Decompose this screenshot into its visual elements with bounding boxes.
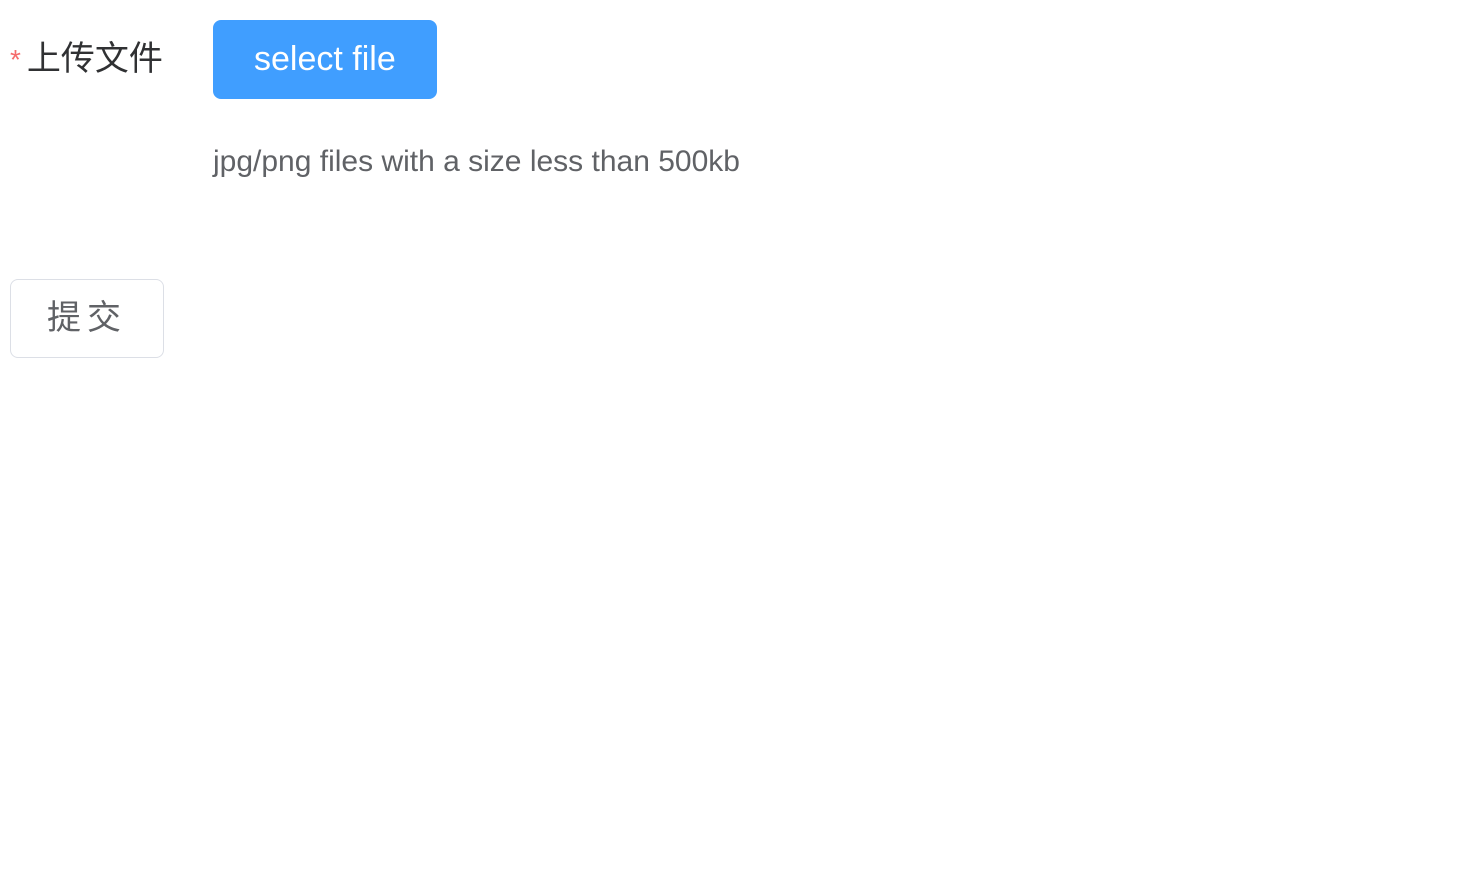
upload-content-col: select file jpg/png files with a size le… <box>205 20 1470 184</box>
submit-row: 提交 <box>10 279 1470 358</box>
select-file-button[interactable]: select file <box>213 20 437 99</box>
upload-label-col: * 上传文件 <box>10 20 205 84</box>
upload-tip: jpg/png files with a size less than 500k… <box>213 139 1470 184</box>
upload-field-row: * 上传文件 select file jpg/png files with a … <box>10 20 1470 184</box>
upload-label: 上传文件 <box>27 36 163 84</box>
submit-button[interactable]: 提交 <box>10 279 164 358</box>
required-indicator: * <box>10 46 21 74</box>
